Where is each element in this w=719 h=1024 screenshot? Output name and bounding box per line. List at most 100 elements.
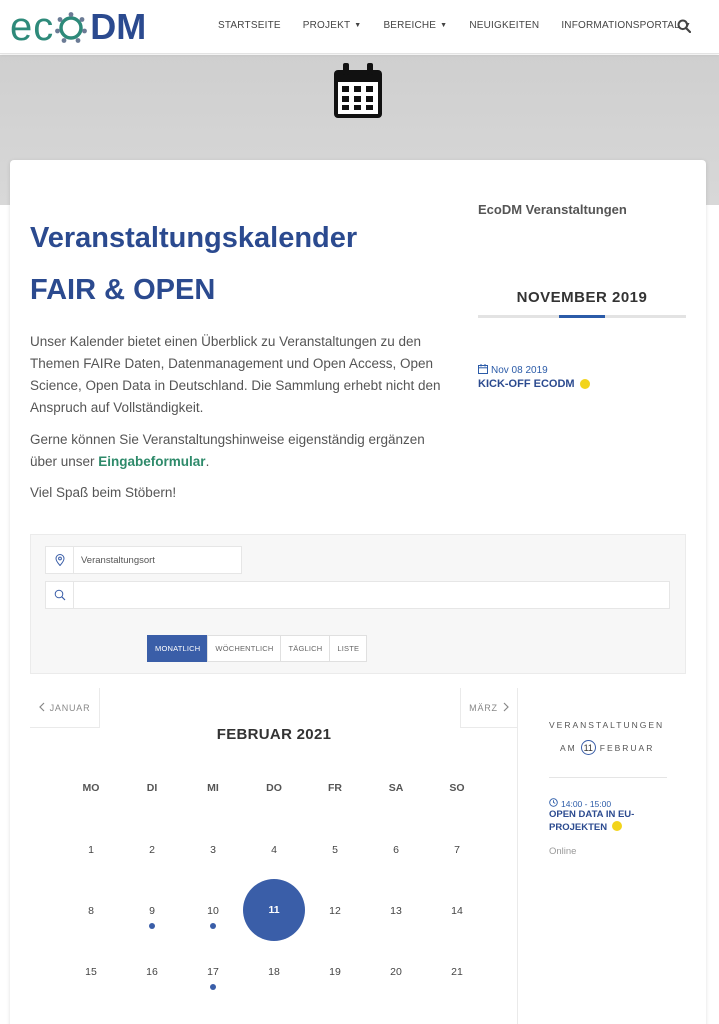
calendar-day[interactable]: 12 <box>315 905 355 917</box>
calendar-column-divider <box>517 688 518 1024</box>
calendar-day[interactable]: 20 <box>376 966 416 978</box>
calendar-day[interactable]: 10 <box>193 905 233 917</box>
nav-label: INFORMATIONSPORTAL <box>561 20 680 31</box>
day-event-location: Online <box>549 846 577 857</box>
day-events-title: VERANSTALTUNGEN <box>549 720 665 730</box>
logo-text-eco: ec <box>10 5 55 49</box>
widget-event-date-text: Nov 08 2019 <box>491 365 548 376</box>
weekday-header: DO <box>266 782 282 794</box>
widget-event-date: Nov 08 2019 <box>478 364 548 377</box>
chevron-left-icon <box>38 702 45 714</box>
event-category-dot <box>579 379 590 389</box>
nav-label: BEREICHE <box>383 20 437 31</box>
weekday-header: SO <box>449 782 465 794</box>
month-divider-active <box>559 315 605 318</box>
day-events-day: 11 <box>580 740 596 755</box>
calendar-small-icon <box>478 364 488 377</box>
form-hint-text: Gerne können Sie Veranstaltungshinweise … <box>30 429 450 473</box>
widget-title: EcoDM Veranstaltungen <box>478 202 627 217</box>
nav-projekt[interactable]: PROJEKT ▼ <box>303 20 362 31</box>
content-card: Veranstaltungskalender FAIR & OPEN Unser… <box>10 160 706 1024</box>
next-month-label: MÄRZ <box>469 702 498 713</box>
day-event-title: OPEN DATA IN EU-PROJEKTEN <box>549 809 635 833</box>
day-events-am: AM <box>560 742 577 753</box>
calendar-day[interactable]: 14 <box>437 905 477 917</box>
location-placeholder: Veranstaltungsort <box>81 554 155 566</box>
prev-month-label: JANUAR <box>49 702 91 713</box>
page-title: Veranstaltungskalender <box>30 222 358 254</box>
search-filter[interactable] <box>45 581 670 609</box>
chevron-right-icon <box>503 702 509 714</box>
calendar-day[interactable]: 6 <box>376 844 416 856</box>
calendar-day[interactable]: 9 <box>132 905 172 917</box>
weekday-header: FR <box>328 782 342 794</box>
form-hint-prefix: Gerne können Sie Veranstaltungshinweise … <box>30 432 425 469</box>
prev-month-button[interactable]: JANUAR <box>30 688 100 728</box>
intro-text: Unser Kalender bietet einen Überblick zu… <box>30 334 441 415</box>
day-event-time: 14:00 - 15:00 <box>549 798 611 809</box>
calendar-day[interactable]: 16 <box>132 966 172 978</box>
logo-text-dm: DM <box>90 6 147 47</box>
search-icon <box>46 582 74 608</box>
calendar-day[interactable]: 8 <box>71 905 111 917</box>
weekday-header: DI <box>146 782 158 794</box>
form-hint-suffix: . <box>205 454 210 469</box>
nav-label: STARTSEITE <box>218 20 281 31</box>
location-filter[interactable]: Veranstaltungsort <box>45 546 242 574</box>
day-events-month: FEBRUAR <box>599 742 655 753</box>
widget-event-title: KICK-OFF ECODM <box>478 378 575 390</box>
weekday-header: MI <box>207 782 219 794</box>
location-pin-icon <box>46 547 74 573</box>
view-daily-button[interactable]: TÄGLICH <box>280 635 331 662</box>
widget-month-title: NOVEMBER 2019 <box>516 289 648 306</box>
day-event-time-text: 14:00 - 15:00 <box>561 798 612 809</box>
calendar-day[interactable]: 3 <box>193 844 233 856</box>
event-category-dot <box>611 821 622 831</box>
ecodm-logo[interactable]: ec DM <box>10 5 147 49</box>
main-nav: STARTSEITE PROJEKT ▼ BEREICHE ▼ NEUIGKEITE… <box>218 20 713 31</box>
nav-informationsportal[interactable]: INFORMATIONSPORTAL ▼ <box>561 20 691 31</box>
calendar-day[interactable]: 1 <box>71 844 111 856</box>
calendar-day[interactable]: 2 <box>132 844 172 856</box>
calendar-day[interactable]: 5 <box>315 844 355 856</box>
weekday-header: SA <box>388 782 404 794</box>
day-events-divider <box>549 777 667 778</box>
view-switcher: MONATLICH WÖCHENTLICH TÄGLICH LISTE <box>147 635 368 662</box>
calendar-day[interactable]: 4 <box>254 844 294 856</box>
calendar-day[interactable]: 15 <box>71 966 111 978</box>
calendar-day[interactable]: 19 <box>315 966 355 978</box>
logo-o-icon <box>55 11 88 43</box>
clock-icon <box>549 798 558 809</box>
nav-label: PROJEKT <box>302 20 351 31</box>
nav-neuigkeiten[interactable]: NEUIGKEITEN <box>469 20 539 31</box>
calendar-day[interactable]: 13 <box>376 905 416 917</box>
view-weekly-button[interactable]: WÖCHENTLICH <box>207 635 282 662</box>
calendar-day-today[interactable]: 11 <box>254 904 294 916</box>
filter-panel: Veranstaltungsort MONATLICH WÖCHENTLICH … <box>30 534 686 674</box>
calendar-icon <box>332 62 384 120</box>
day-events-date: AM 11 FEBRUAR <box>560 740 654 755</box>
calendar-day[interactable]: 17 <box>193 966 233 978</box>
top-navbar: ec DM STARTSEITE PROJEKT ▼ BEREICHE ▼ NEUI… <box>0 0 719 54</box>
next-month-button[interactable]: MÄRZ <box>460 688 518 728</box>
calendar-day[interactable]: 7 <box>437 844 477 856</box>
weekday-header: MO <box>82 782 100 794</box>
day-event-link[interactable]: OPEN DATA IN EU-PROJEKTEN <box>549 809 659 834</box>
page-subtitle: FAIR & OPEN <box>30 274 216 306</box>
event-indicator-dot <box>149 923 155 929</box>
calendar-day[interactable]: 18 <box>254 966 294 978</box>
closing-text: Viel Spaß beim Stöbern! <box>30 485 177 500</box>
nav-startseite[interactable]: STARTSEITE <box>218 20 281 31</box>
caret-down-icon: ▼ <box>354 21 362 29</box>
event-indicator-dot <box>210 923 216 929</box>
widget-event-link[interactable]: KICK-OFF ECODM <box>478 378 590 390</box>
eingabeformular-link[interactable]: Eingabeformular <box>98 454 205 469</box>
calendar-month-title: FEBRUAR 2021 <box>216 726 332 743</box>
calendar-day[interactable]: 21 <box>437 966 477 978</box>
caret-down-icon: ▼ <box>440 21 448 29</box>
view-monthly-button[interactable]: MONATLICH <box>147 635 209 662</box>
search-icon[interactable] <box>677 19 692 34</box>
nav-label: NEUIGKEITEN <box>469 20 540 31</box>
nav-bereiche[interactable]: BEREICHE ▼ <box>383 20 447 31</box>
view-list-button[interactable]: LISTE <box>329 635 368 662</box>
